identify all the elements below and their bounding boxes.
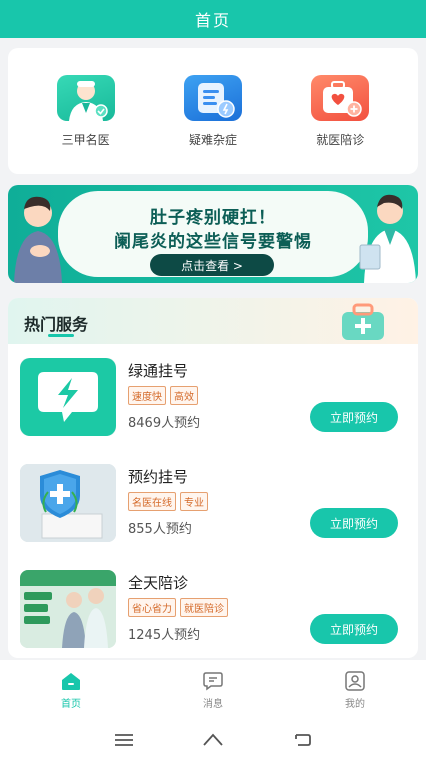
top-bar: 首页	[0, 0, 426, 38]
service-tag: 就医陪诊	[180, 598, 228, 617]
doctor-illustration	[359, 194, 416, 283]
service-name: 全天陪诊	[128, 574, 189, 592]
banner-subheadline: 阑尾炎的这些信号要警惕	[114, 232, 312, 252]
service-tags: 名医在线 专业	[128, 492, 208, 511]
tab-messages[interactable]: 消息	[163, 671, 263, 710]
service-thumbnail	[20, 570, 116, 648]
service-tag: 速度快	[128, 386, 166, 405]
quick-entry-label: 三甲名医	[61, 132, 110, 147]
service-name: 预约挂号	[128, 468, 189, 486]
profile-icon	[345, 670, 365, 691]
banner-view-button[interactable]: 点击查看 >	[150, 254, 274, 276]
hot-services-section: 热门服务 绿通挂号 速度快 高效 8469人预约 立即预约 预约挂号 名医在线 …	[8, 298, 418, 658]
message-icon	[203, 671, 223, 690]
service-booking-count: 1245人预约	[128, 628, 201, 643]
service-booking-count: 855人预约	[128, 522, 192, 537]
tab-profile[interactable]: 我的	[305, 670, 405, 710]
book-now-button[interactable]: 立即预约	[310, 508, 398, 538]
page-title: 首页	[194, 11, 231, 30]
quick-entry-label: 就医陪诊	[316, 132, 365, 147]
system-navigation-bar	[0, 720, 426, 759]
tab-label: 我的	[345, 698, 365, 710]
quick-entry-card: 三甲名医 疑难杂症 就医陪诊	[8, 48, 418, 174]
section-title: 热门服务	[24, 315, 89, 334]
back-icon[interactable]	[292, 732, 312, 748]
service-item-green-channel[interactable]: 绿通挂号 速度快 高效 8469人预约 立即预约	[20, 358, 406, 440]
quick-entry-escort[interactable]: 就医陪诊	[285, 74, 395, 148]
promo-banner[interactable]: 肚子疼别硬扛！ 阑尾炎的这些信号要警惕 点击查看 >	[8, 185, 418, 283]
service-tags: 省心省力 就医陪诊	[128, 598, 228, 617]
quick-entry-label: 疑难杂症	[188, 132, 237, 147]
service-booking-count: 8469人预约	[128, 416, 201, 431]
bottom-tab-bar: 首页 消息 我的	[0, 660, 426, 720]
hot-services-header: 热门服务	[8, 298, 418, 344]
quick-entry-difficult-diseases[interactable]: 疑难杂症	[158, 74, 268, 148]
service-name: 绿通挂号	[128, 362, 189, 380]
banner-text-panel: 肚子疼别硬扛！ 阑尾炎的这些信号要警惕 点击查看 >	[58, 191, 368, 277]
service-item-appointment[interactable]: 预约挂号 名医在线 专业 855人预约 立即预约	[20, 464, 406, 546]
quick-entry-famous-doctors[interactable]: 三甲名医	[31, 74, 141, 148]
book-now-button[interactable]: 立即预约	[310, 402, 398, 432]
service-tag: 名医在线	[128, 492, 176, 511]
tab-home[interactable]: 首页	[21, 671, 121, 710]
medical-kit-icon	[342, 303, 384, 340]
service-thumbnail	[20, 358, 116, 436]
tab-label: 消息	[203, 698, 223, 710]
service-item-all-day-escort[interactable]: 全天陪诊 省心省力 就医陪诊 1245人预约 立即预约	[20, 570, 406, 652]
doctor-icon	[56, 74, 115, 121]
service-tag: 高效	[170, 386, 198, 405]
banner-headline: 肚子疼别硬扛！	[150, 208, 276, 228]
menu-icon[interactable]	[114, 733, 134, 747]
home-icon	[62, 672, 80, 690]
medical-kit-icon	[311, 74, 370, 121]
service-thumbnail	[20, 464, 116, 542]
home-nav-icon[interactable]	[202, 732, 224, 748]
book-now-button[interactable]: 立即预约	[310, 614, 398, 644]
document-icon	[183, 74, 242, 121]
tab-label: 首页	[61, 698, 81, 710]
service-tag: 省心省力	[128, 598, 176, 617]
service-tags: 速度快 高效	[128, 386, 198, 405]
service-tag: 专业	[180, 492, 208, 511]
title-underline	[48, 334, 74, 337]
